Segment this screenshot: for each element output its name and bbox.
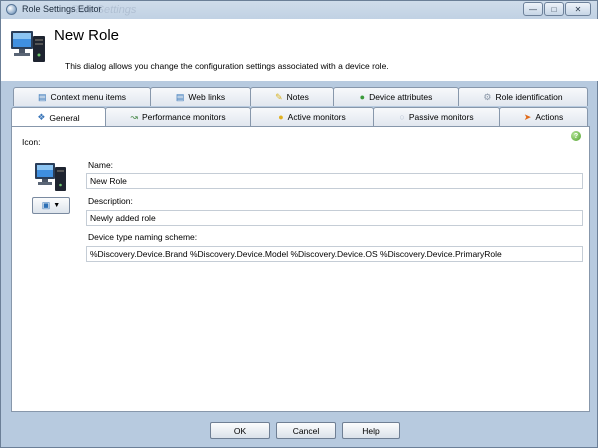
- menu-icon: ▤: [37, 91, 47, 102]
- tab-label: Actions: [535, 112, 564, 122]
- general-icon: ❖: [37, 112, 46, 122]
- tab-label: Passive monitors: [408, 112, 474, 122]
- help-icon[interactable]: ?: [571, 131, 581, 141]
- gear-icon: ⚙: [483, 91, 492, 102]
- page-title: New Role: [54, 27, 120, 44]
- tab-label: Role identification: [495, 92, 563, 102]
- general-panel: ? Icon: ▣ ▼ Name: New Role Description: …: [11, 126, 590, 412]
- web-icon: ▤: [175, 91, 185, 102]
- description-label: Description:: [88, 196, 133, 206]
- close-icon[interactable]: ✕: [565, 2, 591, 16]
- name-label: Name:: [88, 160, 114, 170]
- tab-context-menu-items[interactable]: ▤ Context menu items: [13, 87, 151, 106]
- tab-passive-monitors[interactable]: ○ Passive monitors: [373, 107, 500, 126]
- header-description: This dialog allows you change the config…: [65, 61, 389, 71]
- maximize-icon[interactable]: □: [544, 2, 564, 16]
- tab-label: Active monitors: [287, 112, 346, 122]
- tab-performance-monitors[interactable]: ↝ Performance monitors: [105, 107, 251, 126]
- tab-role-identification[interactable]: ⚙ Role identification: [458, 87, 588, 106]
- app-icon: [6, 4, 17, 15]
- name-field[interactable]: New Role: [86, 173, 583, 189]
- passive-icon: ○: [399, 112, 405, 122]
- tab-label: Web links: [188, 92, 226, 102]
- tab-label: Device attributes: [369, 92, 433, 102]
- note-icon: ✎: [275, 91, 283, 102]
- tab-active-monitors[interactable]: ● Active monitors: [250, 107, 374, 126]
- naming-scheme-field[interactable]: %Discovery.Device.Brand %Discovery.Devic…: [86, 246, 583, 262]
- minimize-icon[interactable]: —: [523, 2, 543, 16]
- tab-device-attributes[interactable]: ● Device attributes: [333, 87, 459, 106]
- computer-icon: [11, 31, 45, 62]
- icon-label: Icon:: [22, 137, 41, 147]
- tab-notes[interactable]: ✎ Notes: [250, 87, 334, 106]
- computer-small-icon: ▣: [41, 200, 51, 210]
- window-controls: — □ ✕: [522, 2, 591, 16]
- device-role-icon: [35, 163, 66, 191]
- actions-icon: ➤: [523, 111, 532, 122]
- dialog-footer: OK Cancel Help: [1, 412, 598, 448]
- tab-label: Context menu items: [50, 92, 127, 102]
- tab-row-bottom: ❖ General ↝ Performance monitors ● Activ…: [11, 107, 588, 127]
- title-bar[interactable]: Role Settings Editor Role Settings — □ ✕: [1, 1, 597, 19]
- tab-label: Notes: [286, 92, 309, 102]
- chart-icon: ↝: [130, 111, 138, 122]
- tab-label: General: [49, 112, 80, 123]
- window-title-ghost: Role Settings: [71, 4, 137, 16]
- tab-label: Performance monitors: [141, 112, 226, 122]
- bulb-icon: ●: [278, 112, 284, 122]
- naming-scheme-label: Device type naming scheme:: [88, 232, 198, 242]
- tab-row-top: ▤ Context menu items ▤ Web links ✎ Notes…: [13, 87, 588, 106]
- role-settings-window: Role Settings Editor Role Settings — □ ✕…: [0, 0, 598, 448]
- ok-button[interactable]: OK: [210, 422, 270, 439]
- tab-general[interactable]: ❖ General: [11, 107, 106, 127]
- attributes-icon: ●: [359, 92, 366, 102]
- cancel-button[interactable]: Cancel: [276, 422, 336, 439]
- help-button[interactable]: Help: [342, 422, 400, 439]
- tab-web-links[interactable]: ▤ Web links: [150, 87, 251, 106]
- chevron-down-icon: ▼: [53, 202, 61, 209]
- description-field[interactable]: Newly added role: [86, 210, 583, 226]
- dialog-header: New Role This dialog allows you change t…: [1, 19, 598, 81]
- icon-picker-button[interactable]: ▣ ▼: [32, 197, 70, 214]
- dialog-client: New Role This dialog allows you change t…: [1, 19, 598, 448]
- tab-actions[interactable]: ➤ Actions: [499, 107, 588, 126]
